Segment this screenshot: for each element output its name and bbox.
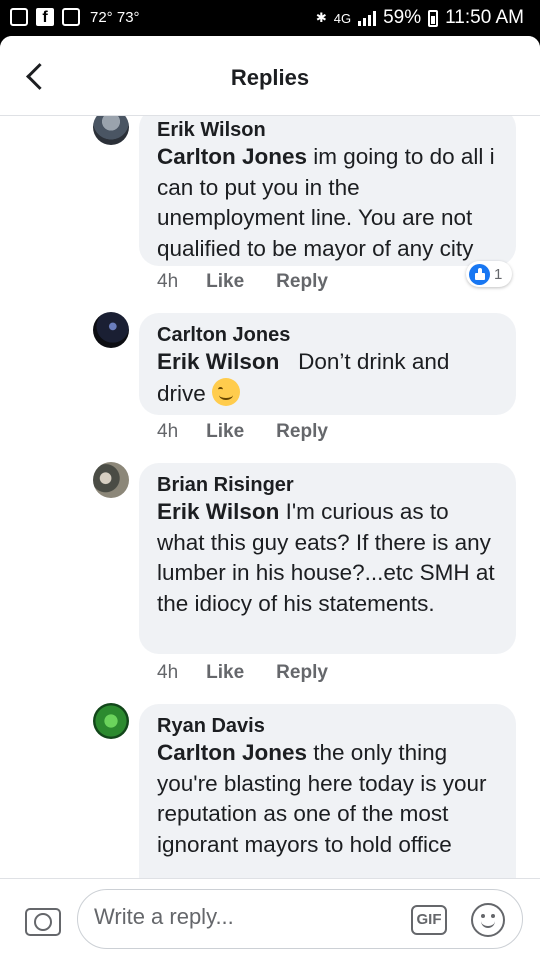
clock: 11:50 AM: [445, 7, 524, 28]
gif-button[interactable]: GIF: [411, 905, 447, 935]
network-type: 4G: [333, 10, 352, 26]
reaction-summary[interactable]: 1: [466, 261, 512, 287]
comment-thread[interactable]: Erik Wilson Carlton Jones im going to do…: [0, 36, 540, 878]
reply-input[interactable]: [94, 904, 394, 930]
comment-actions: 4h Like Reply: [157, 271, 328, 293]
like-button[interactable]: Like: [206, 271, 244, 293]
avatar[interactable]: [93, 462, 129, 498]
page-title: Replies: [230, 65, 310, 90]
facebook-icon: f: [36, 8, 54, 26]
header: Replies: [0, 36, 540, 116]
comment-actions: 4h Like Reply: [157, 662, 328, 684]
temperature: 72° 73°: [90, 8, 140, 26]
comment-actions: 4h Like Reply: [157, 421, 328, 443]
camera-icon[interactable]: [24, 901, 61, 937]
system-icons: ✱ 4G 59% 11:50 AM: [316, 7, 524, 29]
message-icon: [10, 8, 28, 26]
reply-button[interactable]: Reply: [276, 421, 328, 443]
replies-screen: Replies Erik Wilson Carlton Jones im goi…: [0, 36, 540, 960]
comment-time: 4h: [157, 271, 179, 292]
comment-author[interactable]: Erik Wilson: [157, 118, 498, 142]
reply-composer: GIF: [0, 878, 540, 960]
bluetooth-icon: ✱: [315, 10, 327, 25]
reply-button[interactable]: Reply: [276, 271, 328, 293]
battery-percent: 59%: [383, 7, 422, 28]
comment-time: 4h: [157, 421, 179, 442]
reply-field[interactable]: GIF: [77, 889, 523, 949]
avatar[interactable]: [93, 312, 129, 348]
comment-author[interactable]: Carlton Jones: [157, 323, 498, 347]
comment-text: Carlton Jones im going to do all i can t…: [157, 142, 498, 264]
reaction-count: 1: [494, 265, 503, 283]
mention-link[interactable]: Carlton Jones: [157, 144, 307, 169]
signal-icon: [358, 10, 377, 26]
smiley-icon[interactable]: [471, 903, 505, 937]
notification-icons: f 72° 73°: [10, 8, 140, 26]
comment-bubble: Carlton Jones Erik Wilson Don’t drink an…: [139, 313, 516, 415]
like-button[interactable]: Like: [206, 662, 244, 684]
avatar[interactable]: [93, 703, 129, 739]
comment-author[interactable]: Ryan Davis: [157, 714, 498, 738]
smiling-face-emoji: [212, 377, 241, 406]
comment-time: 4h: [157, 662, 179, 683]
like-icon: [469, 263, 490, 285]
comment-text: Erik Wilson Don’t drink and drive: [157, 347, 498, 409]
mention-link[interactable]: Erik Wilson: [157, 499, 279, 524]
comment-author[interactable]: Brian Risinger: [157, 473, 498, 497]
gallery-icon: [62, 8, 80, 26]
comment-bubble: Erik Wilson Carlton Jones im going to do…: [139, 108, 516, 266]
comment-bubble: Ryan Davis Carlton Jones the only thing …: [139, 704, 516, 878]
status-bar: f 72° 73° ✱ 4G 59% 11:50 AM: [0, 0, 540, 36]
reply-button[interactable]: Reply: [276, 662, 328, 684]
mention-link[interactable]: Erik Wilson: [157, 349, 279, 374]
battery-icon: [428, 9, 439, 27]
comment-text: Carlton Jones the only thing you're blas…: [157, 738, 498, 860]
like-button[interactable]: Like: [206, 421, 244, 443]
comment-text: Erik Wilson I'm curious as to what this …: [157, 497, 498, 619]
comment-bubble: Brian Risinger Erik Wilson I'm curious a…: [139, 463, 516, 654]
mention-link[interactable]: Carlton Jones: [157, 740, 307, 765]
